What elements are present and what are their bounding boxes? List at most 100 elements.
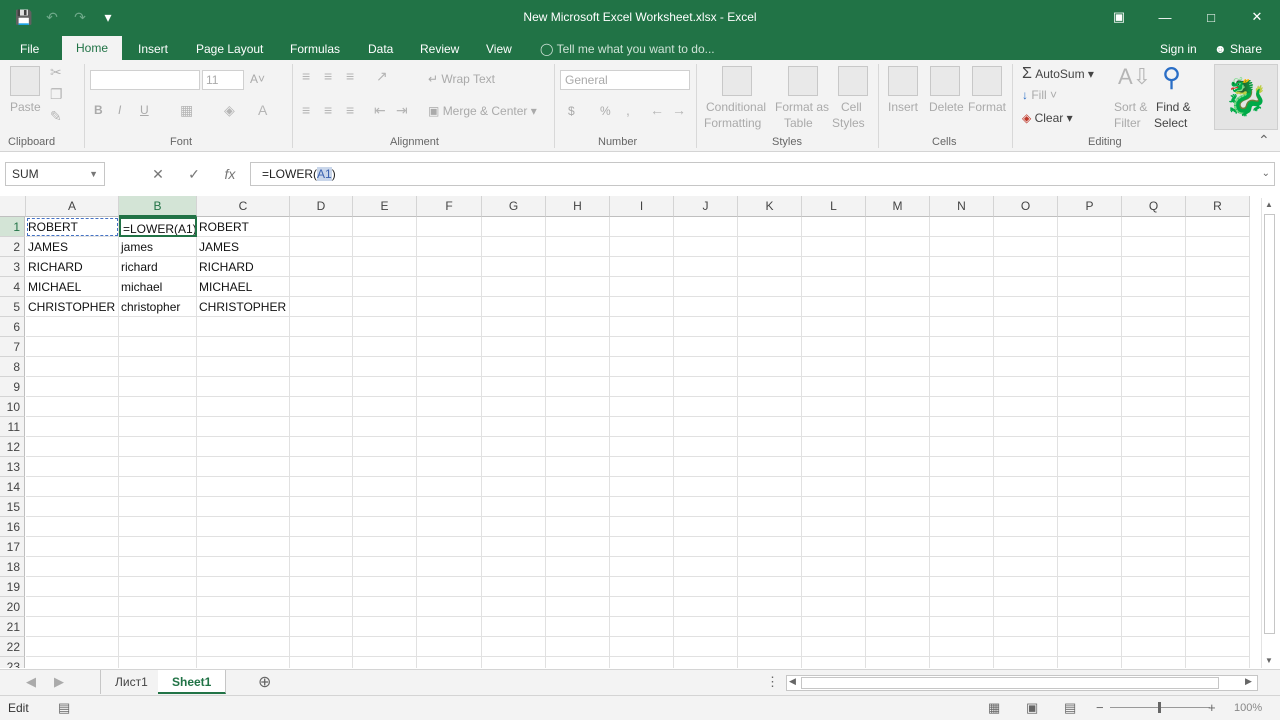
- cell-d20[interactable]: [290, 597, 353, 617]
- cell-g16[interactable]: [482, 517, 546, 537]
- cell-j8[interactable]: [674, 357, 738, 377]
- format-cells-label[interactable]: Format: [968, 100, 1006, 114]
- tab-review[interactable]: Review: [420, 38, 459, 60]
- close-icon[interactable]: ✕: [1234, 0, 1280, 34]
- cell-m2[interactable]: [866, 237, 930, 257]
- cell-l23[interactable]: [802, 657, 866, 668]
- cell-l8[interactable]: [802, 357, 866, 377]
- delete-cells-label[interactable]: Delete: [929, 100, 964, 114]
- cell-a9[interactable]: [26, 377, 119, 397]
- cell-c12[interactable]: [197, 437, 290, 457]
- cell-j12[interactable]: [674, 437, 738, 457]
- cell-q17[interactable]: [1122, 537, 1186, 557]
- cell-n20[interactable]: [930, 597, 994, 617]
- cell-q14[interactable]: [1122, 477, 1186, 497]
- cell-q11[interactable]: [1122, 417, 1186, 437]
- cell-i5[interactable]: [610, 297, 674, 317]
- cell-f13[interactable]: [417, 457, 482, 477]
- vertical-scroll-thumb[interactable]: [1264, 214, 1275, 634]
- cell-i14[interactable]: [610, 477, 674, 497]
- cell-n10[interactable]: [930, 397, 994, 417]
- cell-m18[interactable]: [866, 557, 930, 577]
- cell-q18[interactable]: [1122, 557, 1186, 577]
- cell-h13[interactable]: [546, 457, 610, 477]
- column-header-a[interactable]: A: [26, 196, 119, 217]
- formula-input[interactable]: =LOWER(A1) ⌄: [250, 162, 1275, 186]
- cell-g8[interactable]: [482, 357, 546, 377]
- wrap-text-button[interactable]: ↵ Wrap Text: [428, 72, 495, 86]
- cell-c18[interactable]: [197, 557, 290, 577]
- cell-e1[interactable]: [353, 217, 417, 237]
- cell-m13[interactable]: [866, 457, 930, 477]
- cell-r9[interactable]: [1186, 377, 1250, 397]
- cell-h19[interactable]: [546, 577, 610, 597]
- conditional-formatting-label-1[interactable]: Conditional: [706, 100, 766, 114]
- cell-q10[interactable]: [1122, 397, 1186, 417]
- italic-button[interactable]: I: [118, 103, 121, 117]
- cell-g20[interactable]: [482, 597, 546, 617]
- cell-a10[interactable]: [26, 397, 119, 417]
- worksheet-grid[interactable]: A B C D E F G H I J K L M N O P Q R 1 ROBERT =LOWER(A1) ROBER…: [0, 196, 1258, 668]
- cell-m8[interactable]: [866, 357, 930, 377]
- cell-r7[interactable]: [1186, 337, 1250, 357]
- cell-l22[interactable]: [802, 637, 866, 657]
- cell-m12[interactable]: [866, 437, 930, 457]
- cell-n3[interactable]: [930, 257, 994, 277]
- cell-q2[interactable]: [1122, 237, 1186, 257]
- cell-k3[interactable]: [738, 257, 802, 277]
- cell-l13[interactable]: [802, 457, 866, 477]
- cell-k12[interactable]: [738, 437, 802, 457]
- cell-g3[interactable]: [482, 257, 546, 277]
- cell-r4[interactable]: [1186, 277, 1250, 297]
- conditional-formatting-icon[interactable]: [722, 66, 752, 96]
- cell-h20[interactable]: [546, 597, 610, 617]
- cell-o15[interactable]: [994, 497, 1058, 517]
- cell-j11[interactable]: [674, 417, 738, 437]
- cell-l12[interactable]: [802, 437, 866, 457]
- scroll-down-icon[interactable]: ▼: [1265, 656, 1273, 665]
- cell-p22[interactable]: [1058, 637, 1122, 657]
- font-name-select[interactable]: [90, 70, 200, 90]
- cell-f18[interactable]: [417, 557, 482, 577]
- cell-r20[interactable]: [1186, 597, 1250, 617]
- tab-data[interactable]: Data: [368, 38, 393, 60]
- cell-q1[interactable]: [1122, 217, 1186, 237]
- cell-c3[interactable]: RICHARD: [197, 257, 290, 277]
- cell-r5[interactable]: [1186, 297, 1250, 317]
- cell-f23[interactable]: [417, 657, 482, 668]
- cell-a18[interactable]: [26, 557, 119, 577]
- cell-p4[interactable]: [1058, 277, 1122, 297]
- cell-h22[interactable]: [546, 637, 610, 657]
- cell-c11[interactable]: [197, 417, 290, 437]
- cell-k7[interactable]: [738, 337, 802, 357]
- cell-r3[interactable]: [1186, 257, 1250, 277]
- cell-a6[interactable]: [26, 317, 119, 337]
- cell-q3[interactable]: [1122, 257, 1186, 277]
- cell-l5[interactable]: [802, 297, 866, 317]
- cell-o5[interactable]: [994, 297, 1058, 317]
- cell-b15[interactable]: [119, 497, 197, 517]
- cell-d12[interactable]: [290, 437, 353, 457]
- cell-m14[interactable]: [866, 477, 930, 497]
- cell-n14[interactable]: [930, 477, 994, 497]
- cell-p10[interactable]: [1058, 397, 1122, 417]
- middle-align-icon[interactable]: ≡: [324, 68, 332, 84]
- cell-e5[interactable]: [353, 297, 417, 317]
- cell-styles-label-2[interactable]: Styles: [832, 116, 865, 130]
- row-header-1[interactable]: 1: [0, 217, 25, 237]
- cell-i12[interactable]: [610, 437, 674, 457]
- cell-d8[interactable]: [290, 357, 353, 377]
- row-header-20[interactable]: 20: [0, 597, 25, 617]
- paste-label[interactable]: Paste: [10, 100, 41, 114]
- cell-a7[interactable]: [26, 337, 119, 357]
- cell-r13[interactable]: [1186, 457, 1250, 477]
- cell-l3[interactable]: [802, 257, 866, 277]
- cell-n4[interactable]: [930, 277, 994, 297]
- cell-k8[interactable]: [738, 357, 802, 377]
- cell-p12[interactable]: [1058, 437, 1122, 457]
- cell-r6[interactable]: [1186, 317, 1250, 337]
- row-header-21[interactable]: 21: [0, 617, 25, 637]
- vertical-scrollbar[interactable]: ▲ ▼: [1261, 198, 1277, 668]
- cell-f19[interactable]: [417, 577, 482, 597]
- cell-p21[interactable]: [1058, 617, 1122, 637]
